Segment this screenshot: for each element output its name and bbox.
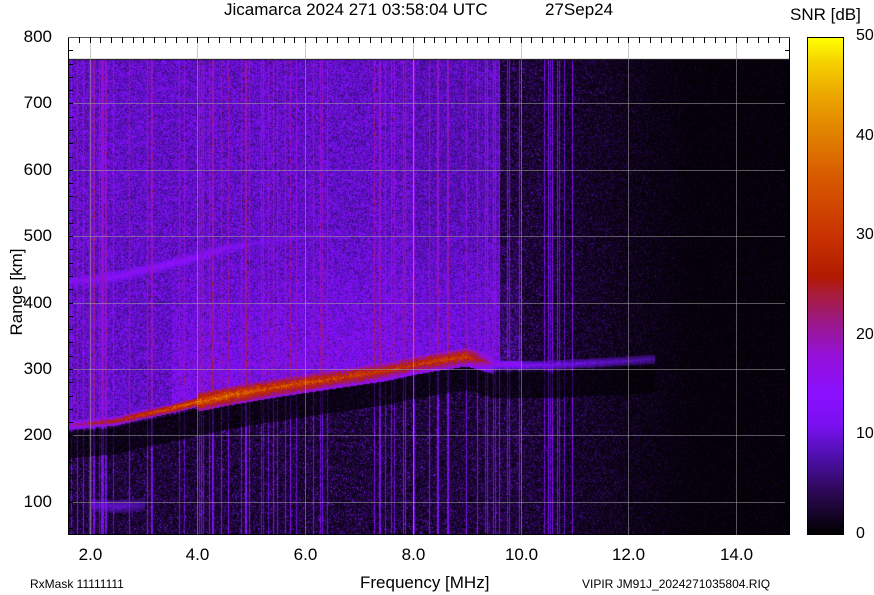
x-tick-label: 4.0: [185, 545, 210, 564]
colorbar-tick-label: 40: [856, 126, 874, 144]
colorbar-tick-label: 10: [856, 425, 874, 443]
colorbar-tick-label: 20: [856, 325, 874, 343]
y-tick-label: 700: [23, 92, 52, 112]
colorbar-tick-label: 30: [856, 226, 874, 244]
y-axis-label: Range [km]: [7, 248, 26, 336]
y-tick-label: 300: [23, 358, 52, 378]
chart-title: Jicamarca 2024 271 03:58:04 UTC: [224, 0, 488, 19]
x-axis-label: Frequency [MHz]: [360, 573, 490, 592]
x-tick-label: 10.0: [504, 545, 539, 564]
y-tick-label: 200: [23, 424, 52, 444]
y-tick-label: 100: [23, 491, 52, 511]
colorbar-tick-label: 0: [856, 525, 865, 542]
grid-overlay: [68, 37, 790, 535]
chart-date: 27Sep24: [545, 0, 614, 19]
y-tick-label: 800: [23, 26, 52, 46]
x-tick-label: 6.0: [293, 545, 318, 564]
colorbar-tick-label: 50: [856, 27, 874, 44]
ionogram: Jicamarca 2024 271 03:58:04 UTC 27Sep24 …: [0, 0, 874, 595]
x-tick-label: 12.0: [611, 545, 646, 564]
x-tick-label: 8.0: [401, 545, 426, 564]
x-tick-label: 14.0: [719, 545, 754, 564]
colorbar-title: SNR [dB]: [790, 5, 861, 24]
rxmask-label: RxMask 11111111: [30, 577, 124, 591]
colorbar: [807, 37, 844, 535]
filename-label: VIPIR JM91J_2024271035804.RIQ: [582, 577, 771, 591]
y-tick-label: 600: [23, 159, 52, 179]
x-tick-label: 2.0: [78, 545, 103, 564]
